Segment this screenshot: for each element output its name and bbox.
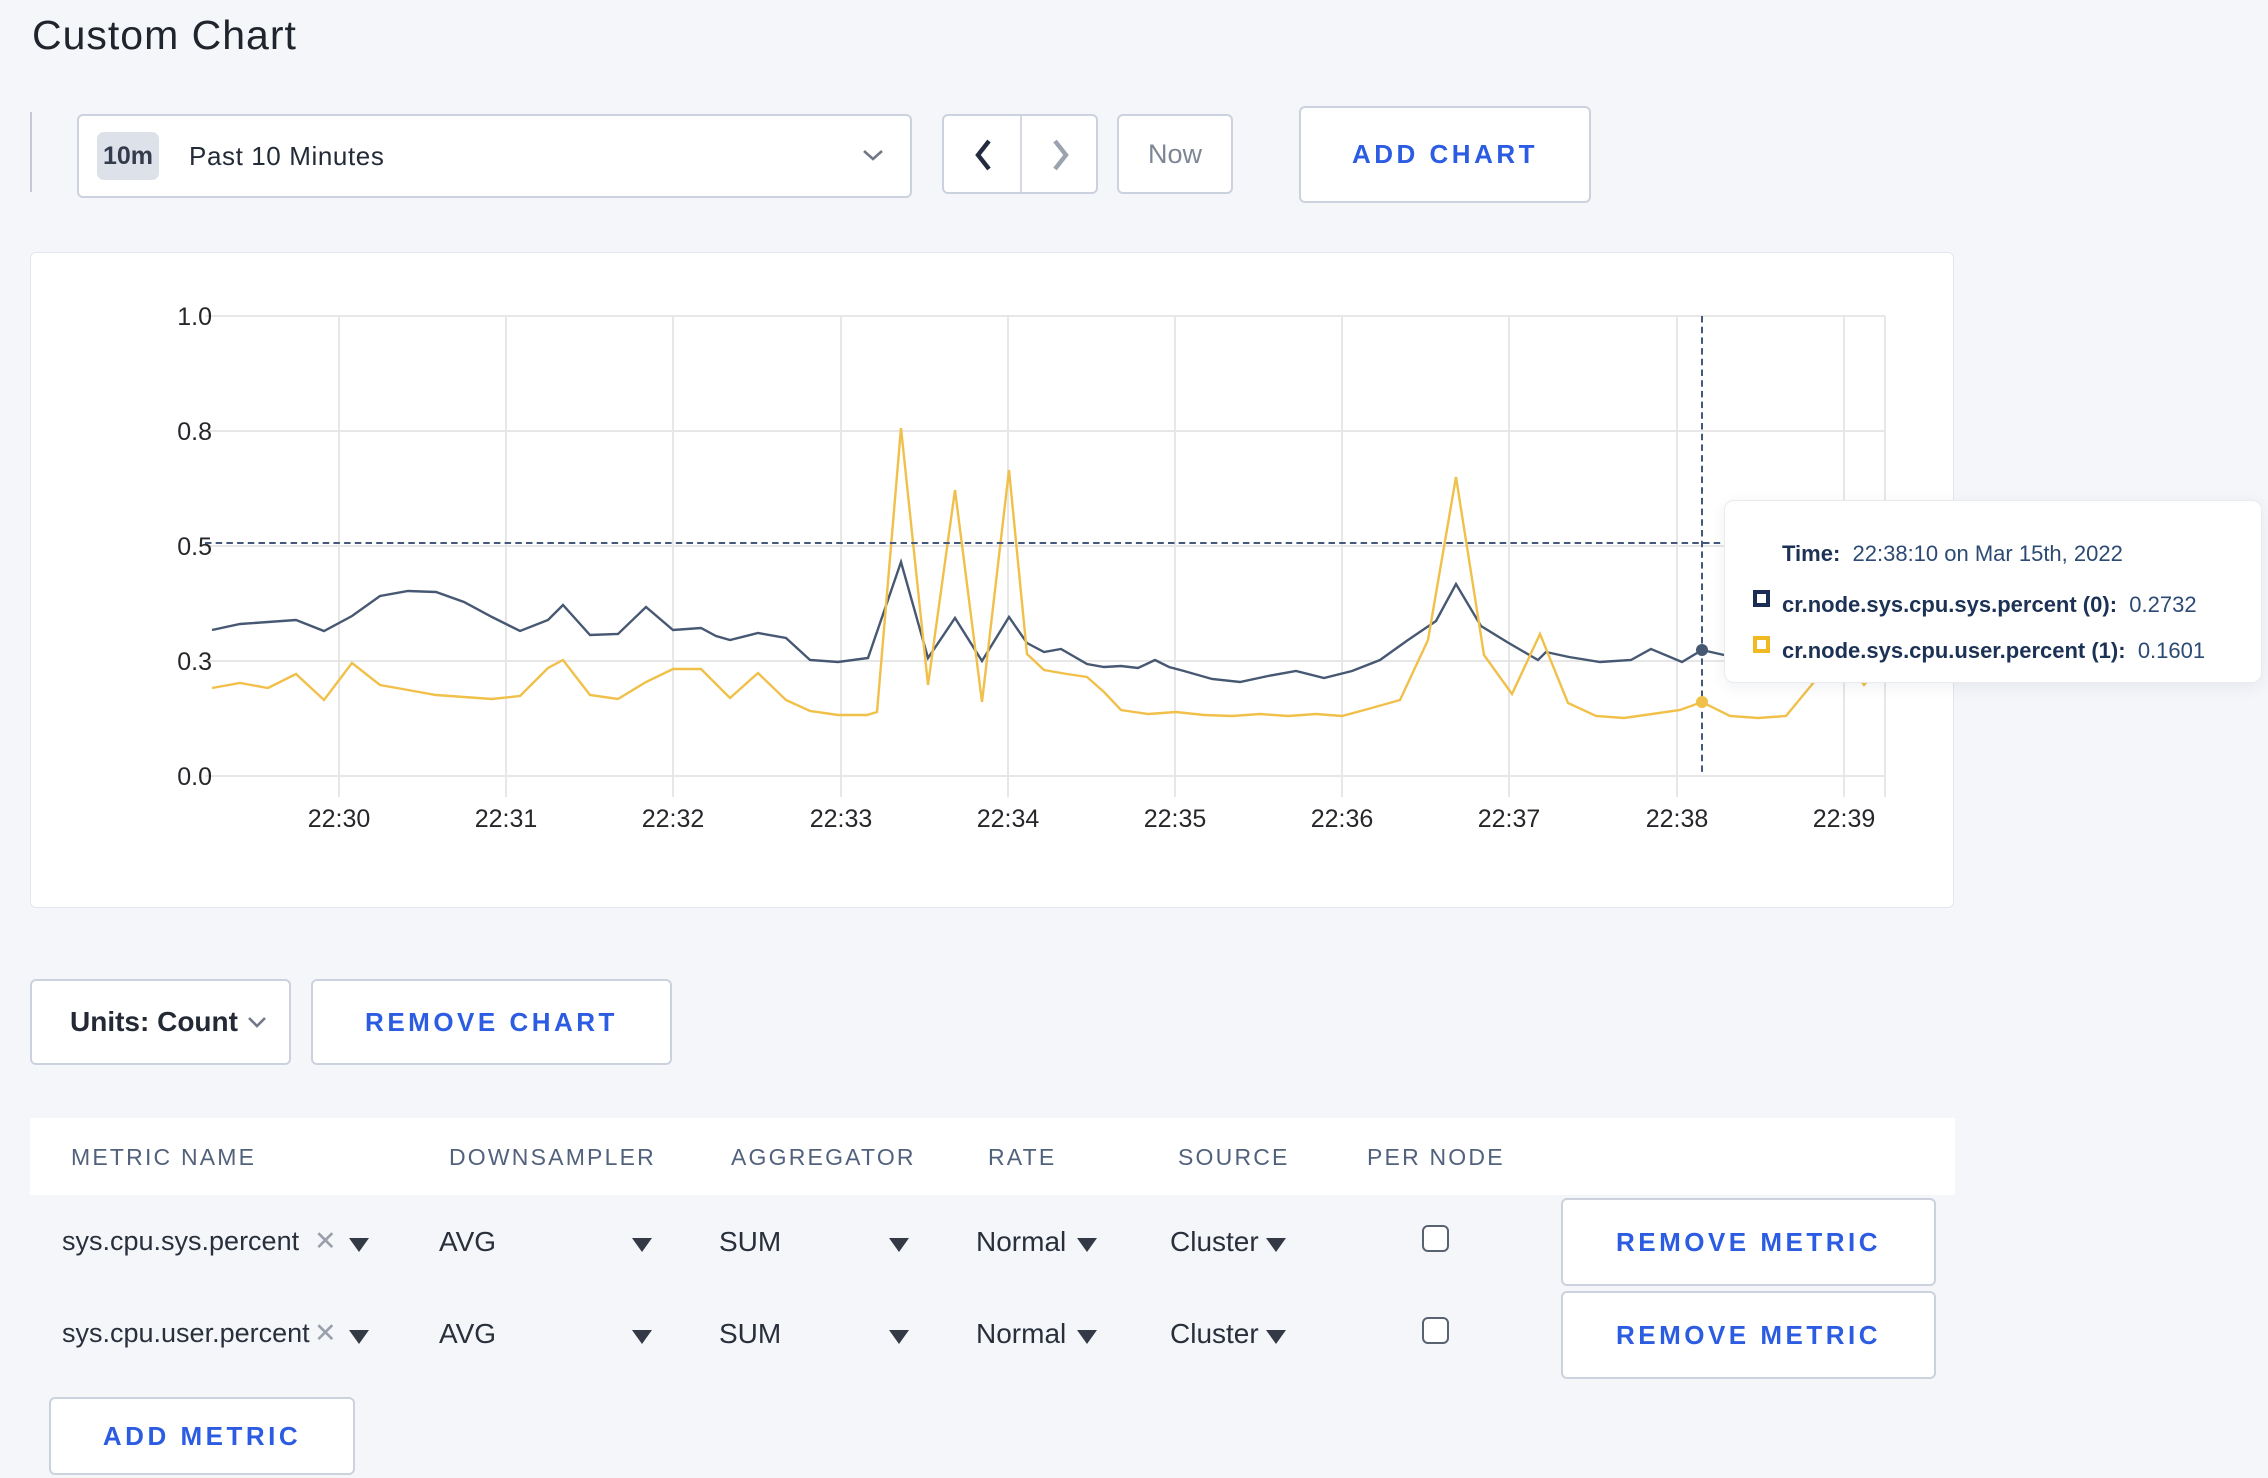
svg-text:1.0: 1.0	[177, 303, 212, 331]
svg-text:22:35: 22:35	[1144, 805, 1207, 833]
svg-text:22:39: 22:39	[1813, 805, 1876, 833]
svg-text:22:37: 22:37	[1478, 805, 1541, 833]
svg-text:0.8: 0.8	[177, 418, 212, 446]
svg-text:22:30: 22:30	[308, 805, 371, 833]
svg-text:0.0: 0.0	[177, 763, 212, 791]
svg-text:22:38: 22:38	[1646, 805, 1709, 833]
svg-text:22:34: 22:34	[977, 805, 1040, 833]
svg-text:22:31: 22:31	[475, 805, 538, 833]
svg-text:22:32: 22:32	[642, 805, 705, 833]
svg-text:22:36: 22:36	[1311, 805, 1374, 833]
svg-text:0.5: 0.5	[177, 533, 212, 561]
svg-text:22:33: 22:33	[810, 805, 873, 833]
svg-text:0.3: 0.3	[177, 648, 212, 676]
